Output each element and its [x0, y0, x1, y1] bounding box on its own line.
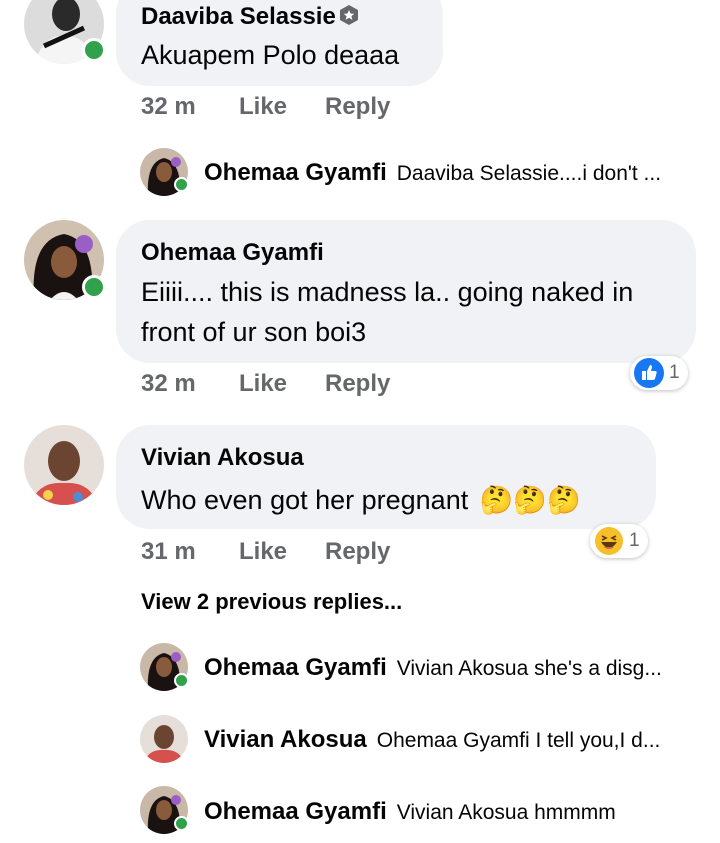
comment-time: 32 m [141, 93, 196, 120]
reply-button[interactable]: Reply [325, 538, 390, 566]
reply-text: Ohemaa Gyamfi I tell you,I d... [376, 729, 661, 752]
like-button[interactable]: Like [239, 93, 287, 121]
reaction-summary[interactable]: 1 [590, 524, 648, 558]
reply-button[interactable]: Reply [325, 93, 390, 121]
comment-bubble[interactable]: Vivian Akosua Who even got her pregnant … [116, 425, 656, 529]
thinking-face-emoji: 🤔🤔🤔 [479, 485, 581, 515]
avatar-vivian[interactable] [140, 715, 188, 763]
view-previous-replies-link[interactable]: View 2 previous replies... [141, 589, 402, 615]
reply-button[interactable]: Reply [325, 370, 390, 398]
reply-item[interactable]: Ohemaa Gyamfi Vivian Akosua hmmmm [204, 798, 616, 826]
reply-author[interactable]: Ohemaa Gyamfi [204, 654, 387, 681]
reply-item[interactable]: Ohemaa Gyamfi Vivian Akosua she's a disg.… [204, 654, 662, 682]
comment-text: Akuapem Polo deaaa [141, 40, 400, 70]
like-button[interactable]: Like [239, 538, 287, 566]
online-indicator [82, 275, 106, 299]
reaction-count: 1 [629, 530, 640, 551]
comment-author[interactable]: Ohemaa Gyamfi [141, 239, 324, 267]
reply-text: Daaviba Selassie....i don't ... [396, 162, 662, 185]
reply-item[interactable]: Ohemaa Gyamfi Daaviba Selassie....i don't… [204, 159, 661, 187]
reply-text: Vivian Akosua hmmmm [396, 801, 616, 824]
thumbs-up-icon [634, 358, 664, 388]
comment-text-line-1: Eiiii.... this is madness la.. going nak… [141, 277, 634, 307]
reply-text: Vivian Akosua she's a disg... [396, 657, 662, 680]
comment-author[interactable]: Vivian Akosua [141, 444, 304, 472]
online-indicator [174, 816, 189, 831]
reply-item[interactable]: Vivian Akosua Ohemaa Gyamfi I tell you,I … [204, 726, 660, 754]
online-indicator [82, 38, 106, 62]
reply-author[interactable]: Vivian Akosua [204, 726, 367, 753]
reaction-summary[interactable]: 1 [630, 356, 688, 390]
like-button[interactable]: Like [239, 370, 287, 398]
online-indicator [174, 673, 189, 688]
comment-author[interactable]: Daaviba Selassie [141, 3, 336, 31]
comment-bubble[interactable]: Ohemaa Gyamfi Eiiii.... this is madness … [116, 220, 696, 363]
reply-author[interactable]: Ohemaa Gyamfi [204, 159, 387, 186]
reply-author[interactable]: Ohemaa Gyamfi [204, 798, 387, 825]
comment-text-body: Who even got her pregnant [141, 485, 469, 515]
comment-time: 31 m [141, 538, 196, 565]
badge-icon [338, 4, 360, 26]
comment-text: Who even got her pregnant 🤔🤔🤔 [141, 480, 581, 520]
laughing-face-icon [594, 526, 624, 556]
comment-time: 32 m [141, 370, 196, 397]
online-indicator [174, 177, 189, 192]
reaction-count: 1 [669, 362, 680, 383]
avatar-vivian[interactable] [24, 425, 104, 505]
comment-bubble[interactable]: Daaviba Selassie Akuapem Polo deaaa [116, 0, 443, 86]
comment-text-line-2: front of ur son boi3 [141, 317, 367, 347]
